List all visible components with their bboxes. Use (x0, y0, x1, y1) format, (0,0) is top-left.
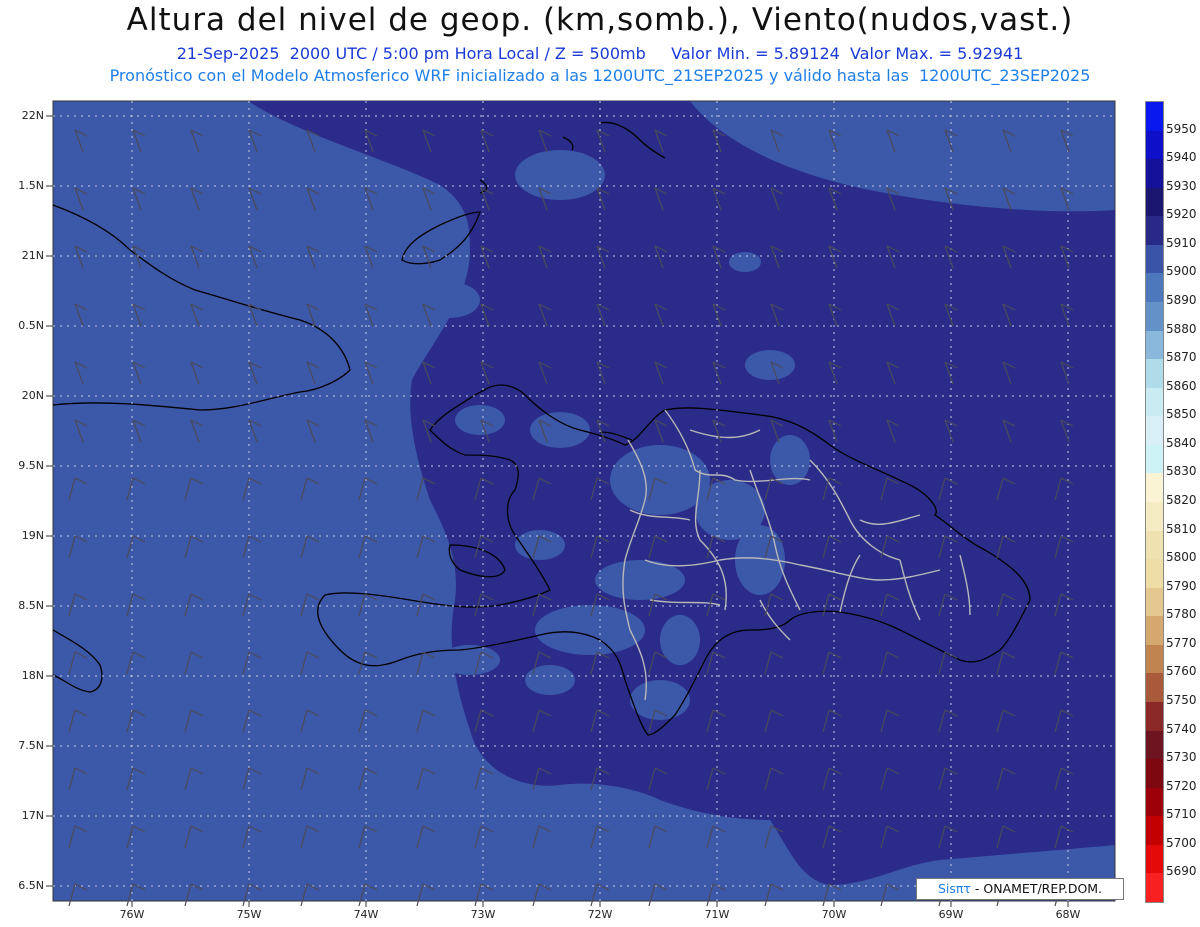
lon-label: 75W (236, 908, 262, 921)
colorbar-segment (1146, 159, 1163, 189)
colorbar-label: 5920 (1166, 207, 1197, 222)
colorbar-segment (1146, 102, 1163, 132)
lon-label: 70W (821, 908, 847, 921)
lon-label: 73W (470, 908, 496, 921)
colorbar-label: 5750 (1166, 693, 1197, 707)
colorbar-label: 5720 (1166, 778, 1197, 793)
colorbar-label: 5690 (1166, 864, 1197, 879)
colorbar-label: 5910 (1166, 235, 1197, 250)
colorbar-segment (1146, 530, 1163, 560)
lon-label: 76W (119, 908, 145, 921)
colorbar-segment (1146, 502, 1163, 532)
colorbar-label: 5790 (1166, 578, 1197, 593)
colorbar-segment (1146, 816, 1163, 846)
colorbar-label: 5710 (1166, 807, 1197, 822)
colorbar-label: 5820 (1166, 493, 1197, 507)
colorbar-segment (1146, 302, 1163, 332)
colorbar-label: 5850 (1166, 407, 1197, 422)
lon-label: 69W (938, 908, 964, 921)
colorbar-segment (1146, 873, 1163, 903)
colorbar-label: 5810 (1166, 521, 1197, 536)
colorbar-segment (1146, 359, 1163, 389)
colorbar-segment (1146, 273, 1163, 303)
colorbar-label: 5860 (1166, 378, 1197, 393)
colorbar-segment (1146, 559, 1163, 589)
colorbar-segment (1146, 702, 1163, 732)
credit-brand: Sisπτ (937, 881, 971, 896)
colorbar (1145, 101, 1164, 903)
colorbar-label: 5760 (1166, 664, 1197, 679)
colorbar-label: 5870 (1166, 350, 1197, 365)
colorbar-segment (1146, 216, 1163, 246)
lon-label: 68W (1055, 908, 1081, 921)
lon-label: 72W (587, 908, 613, 921)
lat-label: 20N (21, 389, 44, 402)
colorbar-label: 5930 (1166, 178, 1197, 193)
colorbar-segment (1146, 759, 1163, 789)
colorbar-segment (1146, 330, 1163, 360)
lat-label: 19N (21, 529, 44, 542)
lat-label: 9.5N (18, 459, 44, 472)
colorbar-label: 5770 (1166, 635, 1197, 650)
lon-label: 74W (353, 908, 379, 921)
colorbar-segment (1146, 787, 1163, 817)
colorbar-segment (1146, 130, 1163, 160)
geopotential-map (46, 100, 1116, 907)
lat-label: 0.5N (18, 319, 44, 332)
colorbar-label: 5780 (1166, 607, 1197, 622)
colorbar-segment (1146, 587, 1163, 617)
colorbar-segment (1146, 673, 1163, 703)
lat-label: 21N (21, 249, 44, 262)
lat-label: 7.5N (18, 739, 44, 752)
colorbar-label: 5890 (1166, 293, 1197, 307)
colorbar-segment (1146, 387, 1163, 417)
colorbar-segment (1146, 644, 1163, 674)
lat-label: 6.5N (18, 879, 44, 892)
colorbar-label: 5740 (1166, 721, 1197, 736)
lat-label: 8.5N (18, 599, 44, 612)
colorbar-label: 5730 (1166, 750, 1197, 765)
colorbar-segment (1146, 444, 1163, 474)
colorbar-segment (1146, 730, 1163, 760)
colorbar-segment (1146, 473, 1163, 503)
colorbar-segment (1146, 244, 1163, 274)
colorbar-label: 5700 (1166, 835, 1197, 850)
colorbar-segment (1146, 187, 1163, 217)
credit-box: Sisπτ - ONAMET/REP.DOM. (916, 878, 1124, 900)
lat-label: 1.5N (18, 179, 44, 192)
lon-label: 71W (704, 908, 730, 921)
lat-label: 18N (21, 669, 44, 682)
colorbar-label: 5900 (1166, 264, 1197, 279)
colorbar-segment (1146, 616, 1163, 646)
colorbar-label: 5830 (1166, 464, 1197, 479)
lat-label: 17N (21, 809, 44, 822)
colorbar-label: 5950 (1166, 121, 1197, 136)
credit-text: - ONAMET/REP.DOM. (970, 881, 1103, 896)
colorbar-label: 5880 (1166, 321, 1197, 336)
lat-label: 22N (21, 109, 44, 122)
colorbar-label: 5840 (1166, 435, 1197, 450)
colorbar-label: 5940 (1166, 150, 1197, 165)
colorbar-segment (1146, 844, 1163, 874)
colorbar-label: 5800 (1166, 550, 1197, 565)
colorbar-segment (1146, 416, 1163, 446)
